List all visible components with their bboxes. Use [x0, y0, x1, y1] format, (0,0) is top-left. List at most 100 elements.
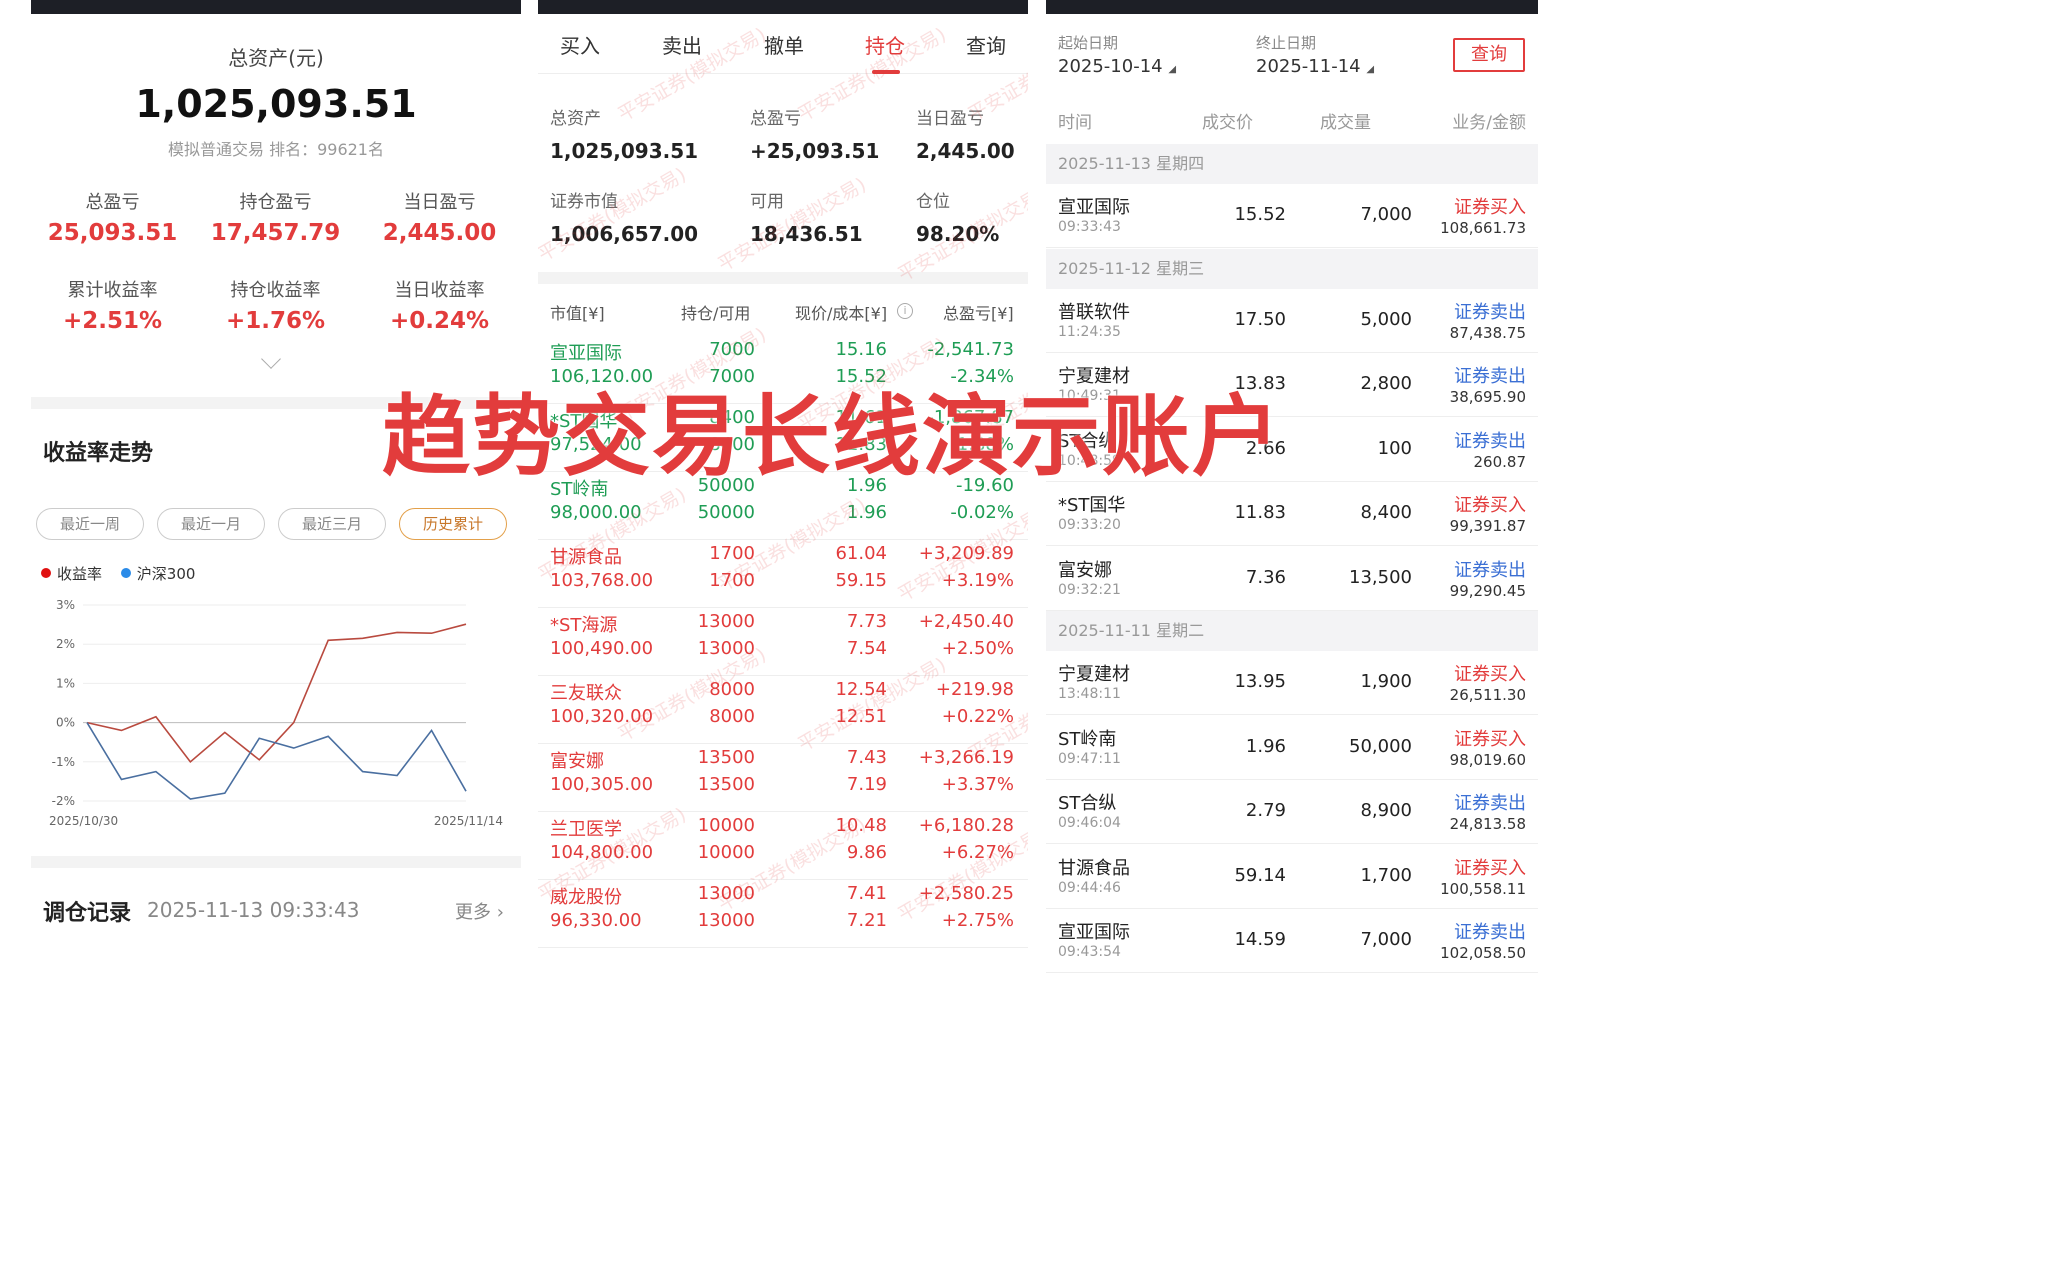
expand-chevron-icon[interactable]: [261, 349, 281, 369]
section-divider: [31, 856, 521, 868]
holding-qty: 7000: [709, 339, 755, 360]
info-icon[interactable]: i: [897, 303, 913, 319]
holding-row[interactable]: 甘源食品 103,768.00 1700 1700 61.04 59.15 +3,209.8…: [538, 540, 1028, 608]
summary-value: 18,436.51: [750, 222, 863, 246]
trade-row[interactable]: 宁夏建材 13:48:11 13.95 1,900 证券买入 26,511.30: [1046, 651, 1538, 715]
holding-row[interactable]: 兰卫医学 104,800.00 10000 10000 10.48 9.86 +6,180.…: [538, 812, 1028, 880]
tab-cancel[interactable]: 撤单: [764, 30, 804, 59]
date-group-header: 2025-11-13 星期四: [1046, 144, 1538, 184]
holding-price: 61.04: [835, 543, 887, 564]
range-month-button[interactable]: 最近一月: [157, 508, 265, 540]
trade-time: 09:44:46: [1058, 879, 1121, 896]
trade-row[interactable]: 普联软件 11:24:35 17.50 5,000 证券卖出 87,438.75: [1046, 289, 1538, 353]
trade-amount: 87,438.75: [1449, 323, 1526, 342]
summary-label: 可用: [750, 192, 784, 212]
trade-amount: 99,290.45: [1449, 581, 1526, 600]
range-all-button[interactable]: 历史累计: [399, 508, 507, 540]
holding-row[interactable]: 三友联众 100,320.00 8000 8000 12.54 12.51 +219.98 +…: [538, 676, 1028, 744]
trade-row[interactable]: ST岭南 09:47:11 1.96 50,000 证券买入 98,019.60: [1046, 716, 1538, 780]
trade-type: 证券卖出: [1454, 366, 1526, 387]
holding-cost: 9.86: [846, 842, 887, 863]
trade-amount: 260.87: [1473, 452, 1527, 471]
trade-amount: 108,661.73: [1440, 219, 1526, 237]
header-qty[interactable]: 持仓/可用: [681, 300, 750, 324]
trade-volume: 100: [1377, 437, 1412, 459]
account-rank-text: 模拟普通交易 排名：99621名: [168, 140, 384, 159]
x-tick-label: 2025/11/14: [434, 814, 503, 828]
stat-position-pnl: 持仓盈亏 17,457.79: [194, 188, 357, 246]
holding-name: 兰卫医学: [550, 819, 622, 840]
trade-type: 证券买入: [1454, 664, 1526, 685]
header-price-cost[interactable]: 现价/成本[¥]: [795, 300, 887, 324]
trade-volume: 8,900: [1360, 800, 1412, 821]
holding-pnl-pct: -0.02%: [950, 502, 1014, 523]
trade-row[interactable]: 甘源食品 09:44:46 59.14 1,700 证券买入 100,558.11: [1046, 845, 1538, 909]
holding-qty: 10000: [697, 815, 755, 836]
holding-row[interactable]: 威龙股份 96,330.00 13000 13000 7.41 7.21 +2,580.25…: [538, 880, 1028, 948]
stat-label: 持仓收益率: [230, 280, 321, 301]
stat-value: +0.24%: [389, 308, 490, 334]
trade-stock-name: ST岭南: [1058, 728, 1117, 750]
holding-pnl: +2,580.25: [918, 883, 1014, 904]
stat-total-pnl: 总盈亏 25,093.51: [31, 188, 194, 246]
holding-price: 12.54: [835, 679, 887, 700]
trade-time: 09:33:20: [1058, 517, 1121, 533]
more-link[interactable]: 更多 ›: [455, 898, 504, 924]
tab-query[interactable]: 查询: [966, 30, 1006, 59]
status-bar: [1046, 0, 1538, 14]
trade-row[interactable]: 宣亚国际 09:33:43 15.52 7,000 证券买入 108,661.73: [1046, 184, 1538, 248]
tab-sell[interactable]: 卖出: [662, 30, 702, 59]
trade-price: 14.59: [1234, 929, 1286, 950]
trade-amount: 38,695.90: [1449, 388, 1526, 406]
trade-type: 证券买入: [1454, 495, 1526, 516]
trade-volume: 2,800: [1360, 373, 1412, 394]
y-tick-label: 0%: [56, 716, 75, 730]
chevron-right-icon: ›: [496, 902, 504, 923]
series-line: [86, 623, 467, 763]
holding-cost: 59.15: [835, 570, 887, 591]
header-total-pnl[interactable]: 总盈亏[¥]: [943, 300, 1014, 324]
trade-price: 15.52: [1234, 204, 1286, 225]
trade-stock-name: 宁夏建材: [1058, 664, 1130, 685]
trade-type: 证券买入: [1454, 728, 1526, 750]
holding-pnl-pct: +3.37%: [941, 774, 1014, 795]
stat-label: 当日盈亏: [403, 192, 476, 213]
holding-name: 三友联众: [550, 683, 622, 704]
summary-value: 98.20%: [916, 222, 1000, 246]
range-quarter-button[interactable]: 最近三月: [278, 508, 386, 540]
holding-available: 13000: [697, 638, 755, 659]
trade-volume: 7,000: [1360, 929, 1412, 950]
trade-row[interactable]: 宣亚国际 09:43:54 14.59 7,000 证券卖出 102,058.50: [1046, 909, 1538, 973]
holding-price: 7.41: [846, 883, 887, 904]
stat-daily-pnl: 当日盈亏 2,445.00: [358, 188, 521, 246]
start-date-picker[interactable]: 2025-10-14 ◢: [1058, 56, 1176, 77]
range-week-button[interactable]: 最近一周: [36, 508, 144, 540]
date-group-header: 2025-11-11 星期二: [1046, 611, 1538, 651]
holding-market-value: 100,320.00: [550, 706, 654, 727]
summary-label: 仓位: [916, 192, 950, 212]
holding-row[interactable]: *ST海源 100,490.00 13000 13000 7.73 7.54 +2,450.…: [538, 608, 1028, 676]
holding-row[interactable]: 富安娜 100,305.00 13500 13500 7.43 7.19 +3,266.19…: [538, 744, 1028, 812]
holding-qty: 13000: [697, 883, 755, 904]
holding-price: 7.73: [846, 611, 887, 632]
summary-value: 1,006,657.00: [550, 222, 699, 246]
tab-buy[interactable]: 买入: [560, 30, 600, 59]
trade-row[interactable]: ST合纵 09:46:04 2.79 8,900 证券卖出 24,813.58: [1046, 780, 1538, 844]
trade-volume: 5,000: [1360, 308, 1412, 330]
header-market-value[interactable]: 市值[¥]: [550, 300, 605, 324]
holding-qty: 1700: [709, 543, 755, 564]
section-divider: [538, 272, 1028, 284]
summary-label: 总盈亏: [750, 109, 801, 129]
query-button[interactable]: 查询: [1453, 38, 1525, 72]
trade-type: 证券买入: [1454, 197, 1526, 218]
holding-market-value: 98,000.00: [550, 502, 642, 523]
trade-amount: 26,511.30: [1449, 686, 1526, 704]
y-tick-label: -1%: [52, 755, 75, 769]
tab-holdings[interactable]: 持仓: [865, 30, 905, 59]
trade-amount: 102,058.50: [1440, 944, 1526, 962]
trade-row[interactable]: 富安娜 09:32:21 7.36 13,500 证券卖出 99,290.45: [1046, 547, 1538, 611]
holding-pnl-pct: +2.50%: [941, 638, 1014, 659]
end-date-picker[interactable]: 2025-11-14 ◢: [1256, 56, 1374, 77]
holding-cost: 7.21: [846, 910, 887, 931]
holding-available: 50000: [697, 502, 755, 523]
